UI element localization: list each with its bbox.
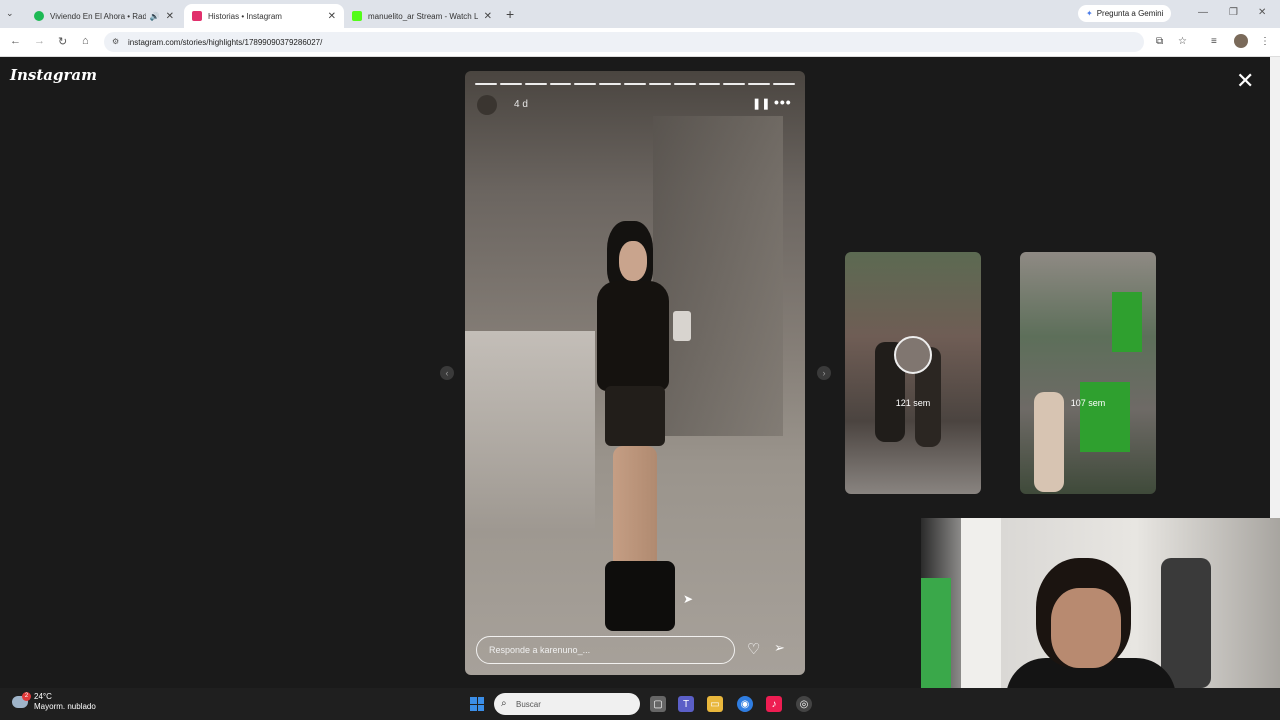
story-preview-card[interactable]: 121 sem (845, 252, 981, 494)
profile-avatar[interactable] (1234, 34, 1248, 48)
progress-segment (698, 83, 721, 85)
previous-story-icon[interactable]: ‹ (440, 366, 454, 380)
progress-segment (524, 83, 547, 85)
progress-segment (748, 83, 771, 85)
progress-segment (773, 83, 795, 85)
forward-icon[interactable]: → (34, 35, 45, 47)
task-view-icon[interactable]: ▢ (650, 696, 666, 712)
progress-segment (673, 83, 696, 85)
url-text: instagram.com/stories/highlights/1789909… (128, 37, 323, 47)
instagram-favicon-icon (192, 11, 202, 21)
restore-icon[interactable]: ❐ (1229, 7, 1238, 18)
more-options-icon[interactable]: ••• (774, 94, 792, 110)
close-tab-icon[interactable]: ✕ (484, 11, 492, 22)
windows-start-icon[interactable] (470, 697, 484, 711)
tab-title: Historias • Instagram (208, 11, 282, 21)
progress-segment (599, 83, 622, 85)
obs-icon[interactable]: ◎ (796, 696, 812, 712)
menu-icon[interactable]: ⋮ (1260, 36, 1270, 47)
tiktok-icon[interactable]: ♪ (766, 696, 782, 712)
install-app-icon[interactable]: ⧉ (1156, 36, 1163, 47)
story-time: 4 d (514, 99, 528, 110)
address-bar[interactable]: ⚙ instagram.com/stories/highlights/17899… (104, 32, 1144, 52)
cloud-icon: 2 (12, 692, 31, 708)
reload-icon[interactable]: ↻ (58, 35, 67, 48)
story-image-person (565, 221, 695, 641)
progress-segment (648, 83, 671, 85)
teams-icon[interactable]: T (678, 696, 694, 712)
browser-tab-bar: ⌄ Viviendo En El Ahora • Radi 🔊 ✕ Histor… (0, 0, 1280, 28)
speaker-icon[interactable]: 🔊 (150, 12, 160, 21)
preview-time: 107 sem (1070, 398, 1106, 408)
chrome-icon[interactable]: ◉ (737, 696, 753, 712)
file-explorer-icon[interactable]: ▭ (707, 696, 723, 712)
close-tab-icon[interactable]: ✕ (328, 11, 336, 22)
story-preview-card[interactable]: 107 sem (1020, 252, 1156, 494)
search-placeholder: Buscar (516, 699, 541, 709)
search-icon: ⌕ (501, 698, 507, 709)
browser-toolbar: ← → ↻ ⌂ ⚙ instagram.com/stories/highligh… (0, 28, 1280, 57)
spotify-icon (34, 11, 44, 21)
tab-search-icon[interactable]: ⌄ (6, 8, 14, 19)
gemini-icon: ✦ (1086, 9, 1093, 18)
heart-icon[interactable]: ♡ (747, 640, 760, 658)
mouse-cursor-icon: ➤ (683, 592, 694, 606)
media-controls-icon[interactable]: ≡ (1211, 36, 1217, 47)
weather-widget[interactable]: 2 24°C Mayorm. nublado (12, 692, 96, 712)
story-viewer[interactable]: 4 d ❚❚ ••• Responde a karenuno_... ♡ ➢ (465, 71, 805, 675)
instagram-logo[interactable]: Instagram (10, 66, 97, 84)
bookmark-star-icon[interactable]: ☆ (1178, 36, 1187, 47)
tab-title: manuelito_ar Stream - Watch Li (368, 11, 478, 21)
reply-input[interactable]: Responde a karenuno_... (476, 636, 735, 664)
taskbar-search[interactable]: ⌕ Buscar (494, 693, 640, 715)
home-icon[interactable]: ⌂ (82, 35, 89, 47)
preview-avatar (894, 336, 932, 374)
weather-temp: 24°C (34, 692, 52, 701)
pause-icon[interactable]: ❚❚ (752, 97, 770, 110)
new-tab-button[interactable]: + (506, 6, 514, 22)
tab-instagram[interactable]: Historias • Instagram ✕ (184, 4, 344, 28)
close-window-icon[interactable]: ✕ (1258, 7, 1266, 18)
story-progress-bar (475, 83, 795, 85)
close-icon[interactable]: ✕ (1236, 70, 1254, 92)
preview-time: 121 sem (895, 398, 931, 408)
weather-desc: Mayorm. nublado (34, 702, 96, 711)
progress-segment (574, 83, 597, 85)
windows-taskbar: 2 24°C Mayorm. nublado ⌕ Buscar ▢ T ▭ ◉ … (0, 688, 1280, 720)
tab-kick[interactable]: manuelito_ar Stream - Watch Li ✕ (344, 4, 500, 28)
tab-radio[interactable]: Viviendo En El Ahora • Radi 🔊 ✕ (26, 4, 182, 28)
close-tab-icon[interactable]: ✕ (166, 11, 174, 22)
next-story-icon[interactable]: › (817, 366, 831, 380)
story-author-avatar[interactable] (477, 95, 497, 115)
weather-badge: 2 (22, 692, 31, 701)
gemini-label: Pregunta a Gemini (1096, 9, 1164, 18)
progress-segment (624, 83, 646, 85)
site-info-icon[interactable]: ⚙ (112, 37, 119, 46)
progress-segment (549, 83, 572, 85)
kick-favicon-icon (352, 11, 362, 21)
send-icon[interactable]: ➢ (774, 640, 785, 656)
tab-title: Viviendo En El Ahora • Radi (50, 11, 146, 21)
progress-segment (723, 83, 746, 85)
progress-segment (475, 83, 497, 85)
minimize-icon[interactable]: — (1198, 7, 1208, 18)
gemini-button[interactable]: ✦ Pregunta a Gemini (1078, 5, 1172, 22)
back-icon[interactable]: ← (10, 35, 21, 47)
progress-segment (499, 83, 522, 85)
